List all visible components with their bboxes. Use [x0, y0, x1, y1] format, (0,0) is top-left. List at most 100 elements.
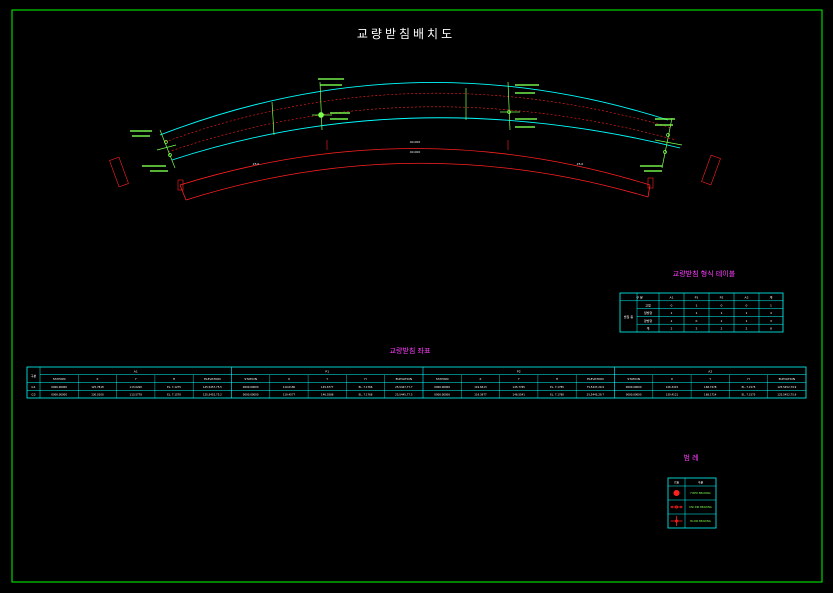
legend-item-label: BI-DIR BEARING [690, 519, 711, 523]
coord-cell: 130.0100 [91, 393, 104, 397]
coord-group-header: A2 [708, 369, 712, 373]
coord-subheader: ELEVATION [779, 377, 795, 381]
legend-item-label: UNI-DIR BEARING [689, 505, 712, 509]
summary-cell: 고정 [645, 302, 651, 307]
coord-subheader: ELEVATION [587, 377, 603, 381]
coord-cell: 168.7478 [704, 385, 717, 389]
coord-cell: 119.8413 [474, 385, 487, 389]
summary-cell: 1 [746, 319, 748, 323]
coord-cell: EL. 7.1575 [742, 393, 756, 397]
legend-header-desc: 구분 [698, 480, 704, 485]
coord-cell: 75,5447,29.9 [587, 385, 605, 389]
summary-cell: 1 [671, 311, 673, 315]
coord-cell: 146.5541 [513, 393, 526, 397]
drawing-title: 교량받침배치도 [357, 27, 455, 41]
coord-subheader: X [479, 377, 481, 381]
summary-cell: 1 [696, 311, 698, 315]
coord-cell: 125,5457,75.5 [203, 385, 222, 389]
summary-cell: 0 [696, 319, 698, 323]
summary-header-cell: P1 [695, 295, 699, 299]
coord-cell: 145.6777 [321, 385, 334, 389]
coord-subheader: STATION [53, 377, 66, 381]
coord-cell: 125,5452,75.9 [777, 393, 796, 397]
fixed-bearing-icon [673, 490, 680, 496]
coord-cell: 0000.00000 [626, 385, 642, 389]
coord-subheader: H [173, 377, 175, 381]
summary-cell: 계 [647, 326, 650, 331]
coord-subheader: X [96, 377, 98, 381]
coord-cell: 125,5452,79.9 [777, 385, 796, 389]
coord-cell: EL. 7.1275 [167, 385, 181, 389]
coord-cell: 25,5447,77.7 [395, 385, 413, 389]
coord-subheader: Y [709, 377, 711, 381]
coord-subheader: H [747, 377, 749, 381]
summary-cell: 1 [721, 319, 723, 323]
coord-subheader: ELEVATION [204, 377, 220, 381]
summary-cell: 0 [721, 303, 723, 307]
coord-subheader: ELEVATION [396, 377, 412, 381]
span-label-3: 25.0 [577, 162, 584, 166]
coord-cell: 113.5778 [130, 393, 143, 397]
summary-cell: 1 [721, 311, 723, 315]
coord-subheader: STATION [627, 377, 640, 381]
uni-bearing-icon [670, 505, 683, 509]
summary-cell: 0 [671, 303, 673, 307]
drawing-sheet: 교량받침배치도 25.0 40.000 25.0 40.000 교량받침 형식 … [0, 0, 833, 593]
summary-cell: 1 [770, 303, 772, 307]
coord-cell: EL. 7.1780 [550, 393, 564, 397]
coord-cell: 0000.00000 [51, 393, 67, 397]
span-sub-label: 40.000 [410, 150, 421, 154]
coord-cell: 126.3415 [666, 385, 679, 389]
coord-subheader: STATION [436, 377, 449, 381]
coord-subheader: Y [518, 377, 520, 381]
coord-cell: 25,5445,29.7 [587, 393, 605, 397]
coord-cell: 0000.00000 [243, 385, 259, 389]
coord-cell: 146.5588 [321, 393, 334, 397]
coord-cell: 145.7765 [513, 385, 526, 389]
coord-cell: 0000.00000 [51, 385, 67, 389]
coord-subheader: Y [326, 377, 328, 381]
summary-header-cell: A2 [745, 295, 749, 299]
coord-row-label: G1 [31, 385, 35, 389]
summary-table-title: 교량받침 형식 테이블 [673, 269, 736, 278]
coord-cell: 168.1714 [704, 393, 717, 397]
coord-group-header: P2 [517, 369, 521, 373]
coord-cell: 125.7818 [91, 385, 104, 389]
coord-cell: EL. 7.1766 [359, 385, 373, 389]
coord-cell: 119.4577 [283, 393, 296, 397]
coord-cell: 119.0180 [283, 385, 296, 389]
coord-row-label: G2 [31, 393, 35, 397]
summary-header-cell: P2 [720, 295, 724, 299]
coord-cell: EL. 7.1768 [359, 393, 373, 397]
coord-cell: 113.0200 [130, 385, 143, 389]
coord-subheader: STATION [244, 377, 257, 381]
legend-header-symbol: 기호 [674, 480, 680, 485]
summary-cell: 2 [721, 327, 723, 331]
coord-subheader: X [288, 377, 290, 381]
summary-cell: 2 [746, 327, 748, 331]
coord-table-title: 교량받침 좌표 [390, 346, 431, 355]
summary-cell: 3 [770, 319, 772, 323]
coord-cell: EL. 7.1575 [742, 385, 756, 389]
summary-cell: 일방향 [644, 310, 653, 315]
coord-cell: 0000.00000 [434, 385, 450, 389]
coord-subheader: X [671, 377, 673, 381]
summary-cell: 1 [671, 319, 673, 323]
summary-cell: 0 [746, 303, 748, 307]
coord-cell: 125,5452,75.2 [203, 393, 222, 397]
summary-cell: 4 [770, 311, 772, 315]
coord-cell: 0000.00000 [434, 393, 450, 397]
coord-cell: 119.3977 [474, 393, 487, 397]
span-label-1: 25.0 [253, 162, 260, 166]
coord-group-header: A1 [134, 369, 138, 373]
coord-cell: EL. 7.1570 [167, 393, 181, 397]
coord-cell: EL. 7.1785 [550, 385, 564, 389]
summary-group-label: 받침 종 [624, 314, 633, 319]
summary-cell: 양방향 [644, 318, 653, 323]
summary-header-cell: 계 [770, 294, 773, 299]
legend-item-label: FIXED BEARING [690, 491, 710, 495]
span-label-2: 40.000 [410, 140, 421, 144]
coord-cell: 0000.00000 [626, 393, 642, 397]
coord-subheader: H [556, 377, 558, 381]
coord-cell: 25,5445,77.5 [395, 393, 413, 397]
